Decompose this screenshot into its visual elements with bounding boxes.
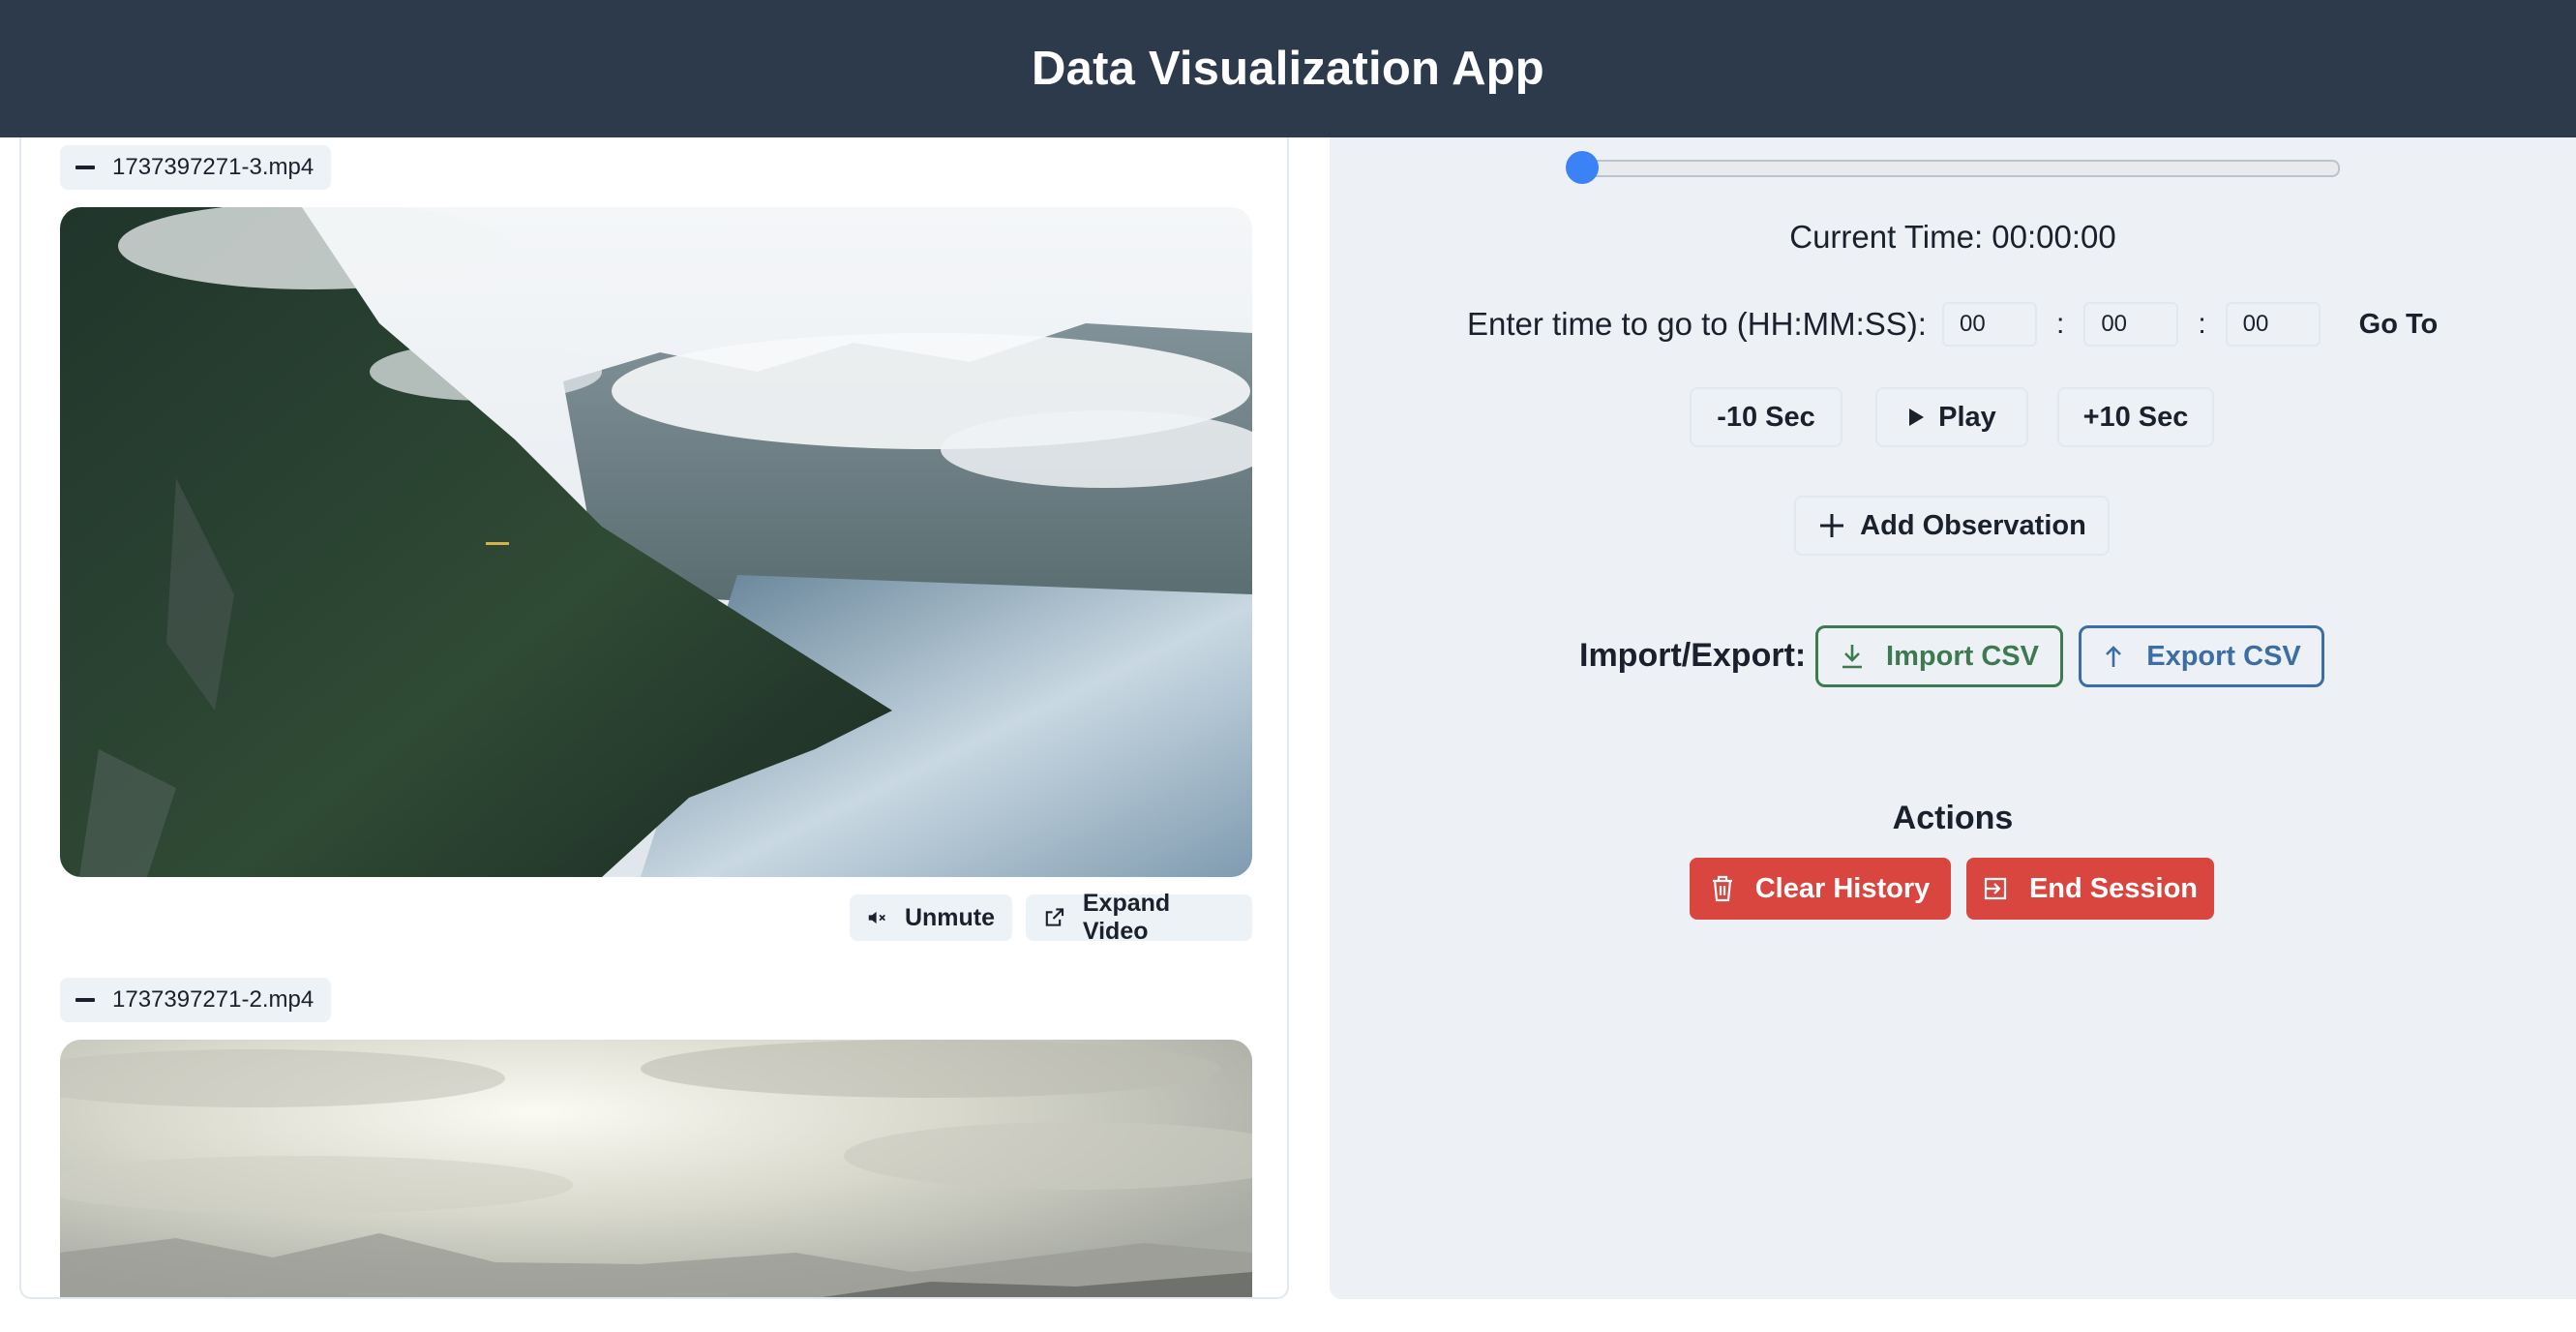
video-2-collapse-toggle[interactable]: 1737397271-2.mp4 (60, 978, 332, 1022)
app-header: Data Visualization App (0, 0, 2576, 137)
time-separator: : (2055, 308, 2065, 340)
seconds-input[interactable] (2225, 302, 2321, 347)
unmute-label: Unmute (904, 903, 995, 931)
add-observation-button[interactable]: Add Observation (1794, 496, 2110, 556)
end-session-button[interactable]: End Session (1966, 858, 2214, 920)
minutes-input[interactable] (2083, 302, 2179, 347)
forward-10-label: +10 Sec (2082, 401, 2189, 433)
expand-video-button[interactable]: Expand Video (1026, 890, 1252, 945)
control-panel: Current Time: 00:00:00 Enter time to go … (1330, 137, 2576, 1299)
export-csv-button[interactable]: Export CSV (2079, 625, 2324, 687)
actions-heading: Actions (1892, 800, 2014, 836)
rewind-10-label: -10 Sec (1717, 401, 1815, 433)
timeline-slider-track[interactable] (1579, 160, 2340, 177)
app-title: Data Visualization App (1032, 43, 1544, 95)
video-1-player[interactable] (60, 207, 1252, 877)
minus-icon (75, 998, 95, 1002)
export-csv-label: Export CSV (2146, 640, 2301, 672)
play-button[interactable]: Play (1875, 387, 2028, 447)
play-label: Play (1938, 401, 1996, 433)
play-icon (1909, 409, 1925, 426)
trash-icon (1712, 875, 1732, 902)
timeline-slider-thumb[interactable] (1566, 151, 1599, 184)
expand-video-label: Expand Video (1082, 890, 1171, 945)
time-separator: : (2198, 308, 2206, 340)
minus-icon (75, 166, 95, 169)
import-export-label: Import/Export: (1579, 637, 1807, 674)
exit-icon (1984, 877, 2007, 900)
current-time-display: Current Time: 00:00:00 (1789, 219, 2116, 255)
import-csv-button[interactable]: Import CSV (1815, 625, 2063, 687)
hours-input[interactable] (1941, 302, 2037, 347)
end-session-label: End Session (2028, 872, 2199, 904)
video-1-collapse-toggle[interactable]: 1737397271-3.mp4 (60, 145, 332, 190)
video-2-filename: 1737397271-2.mp4 (112, 986, 315, 1013)
goto-time-label: Enter time to go to (HH:MM:SS): (1467, 306, 1927, 342)
mute-icon (868, 911, 885, 924)
goto-time-row: Enter time to go to (HH:MM:SS): : : Go T… (1467, 300, 2438, 348)
video-1-frame (60, 207, 1252, 877)
rewind-10-button[interactable]: -10 Sec (1690, 387, 1842, 447)
video-1-filename: 1737397271-3.mp4 (112, 154, 315, 180)
video-list-panel[interactable]: 1737397271-3.mp4 Unmute Expand Video 173… (19, 137, 1289, 1299)
add-observation-label: Add Observation (1860, 509, 2086, 541)
video-2-frame (60, 1040, 1252, 1297)
unmute-button[interactable]: Unmute (850, 894, 1012, 941)
video-2-player[interactable] (60, 1040, 1252, 1297)
plus-icon (1820, 514, 1844, 537)
clear-history-label: Clear History (1754, 872, 1931, 904)
forward-10-button[interactable]: +10 Sec (2057, 387, 2214, 447)
external-link-icon (1045, 908, 1064, 926)
import-csv-label: Import CSV (1886, 640, 2039, 672)
go-to-button[interactable]: Go To (2359, 309, 2439, 341)
download-icon (1842, 645, 1863, 669)
clear-history-button[interactable]: Clear History (1690, 858, 1951, 920)
upload-icon (2106, 646, 2122, 667)
